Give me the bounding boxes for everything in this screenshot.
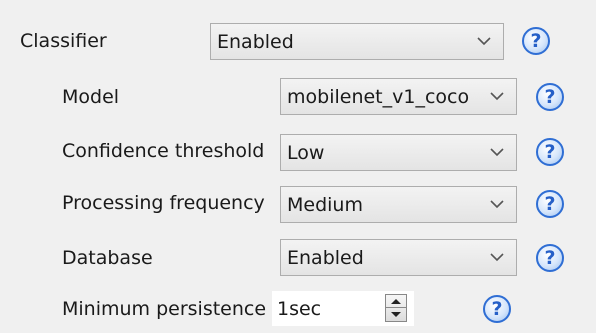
spinner-divider [386, 307, 406, 308]
chevron-down-icon [490, 200, 504, 209]
help-icon[interactable]: ? [536, 190, 564, 218]
minimum-persistence-value: 1sec [277, 298, 322, 320]
spinner-down-arrow-icon[interactable] [391, 312, 401, 317]
minimum-persistence-label: Minimum persistence [62, 298, 267, 320]
database-label: Database [62, 247, 153, 269]
help-icon[interactable]: ? [536, 138, 564, 166]
spinner-up-arrow-icon[interactable] [391, 299, 401, 304]
confidence-threshold-value: Low [287, 142, 325, 164]
help-icon[interactable]: ? [483, 295, 511, 323]
model-select[interactable]: mobilenet_v1_coco [280, 78, 517, 115]
classifier-select[interactable]: Enabled [210, 23, 504, 60]
classifier-select-value: Enabled [217, 31, 294, 53]
model-select-value: mobilenet_v1_coco [287, 86, 470, 108]
processing-frequency-label: Processing frequency [62, 192, 265, 214]
confidence-threshold-select[interactable]: Low [280, 134, 517, 171]
model-label: Model [62, 86, 120, 108]
chevron-down-icon [490, 92, 504, 101]
help-icon[interactable]: ? [536, 83, 564, 111]
confidence-threshold-label: Confidence threshold [62, 140, 265, 162]
classifier-label: Classifier [20, 30, 107, 52]
database-select-value: Enabled [287, 247, 364, 269]
chevron-down-icon [490, 148, 504, 157]
help-icon[interactable]: ? [522, 27, 550, 55]
help-icon[interactable]: ? [536, 244, 564, 272]
database-select[interactable]: Enabled [280, 239, 517, 276]
processing-frequency-value: Medium [287, 194, 363, 216]
processing-frequency-select[interactable]: Medium [280, 186, 517, 223]
chevron-down-icon [490, 253, 504, 262]
spinner-arrows-icon[interactable] [385, 294, 407, 322]
chevron-down-icon [477, 37, 491, 46]
